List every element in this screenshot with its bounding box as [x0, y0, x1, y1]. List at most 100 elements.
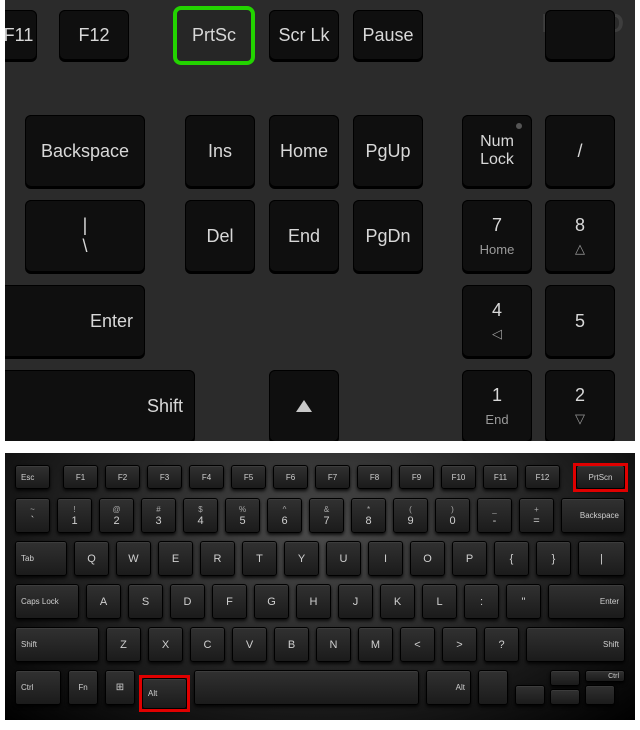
- lkey-4[interactable]: $4: [183, 498, 218, 533]
- lkey-l[interactable]: L: [422, 584, 457, 619]
- lkey-arrow-down[interactable]: [550, 689, 580, 705]
- lkey-m[interactable]: M: [358, 627, 393, 662]
- lkey-e[interactable]: E: [158, 541, 193, 576]
- lkey-ctrl-r[interactable]: Ctrl: [585, 670, 625, 682]
- lkey-shift-r[interactable]: Shift: [526, 627, 625, 662]
- lkey-f7[interactable]: F7: [315, 465, 350, 489]
- lkey-f6[interactable]: F6: [273, 465, 308, 489]
- lkey-u[interactable]: U: [326, 541, 361, 576]
- lkey-f11[interactable]: F11: [483, 465, 518, 489]
- lkey-7[interactable]: &7: [309, 498, 344, 533]
- lkey-h[interactable]: H: [296, 584, 331, 619]
- lkey-slash[interactable]: ?: [484, 627, 519, 662]
- lkey-f2[interactable]: F2: [105, 465, 140, 489]
- lkey-tab[interactable]: Tab: [15, 541, 67, 576]
- lkey-p[interactable]: P: [452, 541, 487, 576]
- lkey-8[interactable]: *8: [351, 498, 386, 533]
- lkey-w[interactable]: W: [116, 541, 151, 576]
- lkey-equals[interactable]: +=: [519, 498, 554, 533]
- key-pgup[interactable]: PgUp: [353, 115, 423, 187]
- lkey-x[interactable]: X: [148, 627, 183, 662]
- lkey-minus[interactable]: _-: [477, 498, 512, 533]
- key-pgdn[interactable]: PgDn: [353, 200, 423, 272]
- key-arrow-up[interactable]: [269, 370, 339, 441]
- lkey-quote[interactable]: ": [506, 584, 541, 619]
- lkey-backslash[interactable]: |: [578, 541, 625, 576]
- lkey-bracket-l[interactable]: {: [494, 541, 529, 576]
- lkey-j[interactable]: J: [338, 584, 373, 619]
- lkey-f[interactable]: F: [212, 584, 247, 619]
- lkey-6[interactable]: ^6: [267, 498, 302, 533]
- lkey-bracket-r[interactable]: }: [536, 541, 571, 576]
- key-numlock[interactable]: Num Lock: [462, 115, 532, 187]
- lkey-f4[interactable]: F4: [189, 465, 224, 489]
- lkey-enter[interactable]: Enter: [548, 584, 625, 619]
- lkey-shift-l[interactable]: Shift: [15, 627, 99, 662]
- lkey-n[interactable]: N: [316, 627, 351, 662]
- lkey-arrow-right[interactable]: [585, 685, 615, 705]
- key-f12[interactable]: F12: [59, 10, 129, 60]
- lkey-q[interactable]: Q: [74, 541, 109, 576]
- key-end[interactable]: End: [269, 200, 339, 272]
- lkey-3[interactable]: #3: [141, 498, 176, 533]
- lkey-k[interactable]: K: [380, 584, 415, 619]
- key-enter[interactable]: Enter: [5, 285, 145, 357]
- lkey-d[interactable]: D: [170, 584, 205, 619]
- lkey-g[interactable]: G: [254, 584, 289, 619]
- key-numpad-5[interactable]: 5: [545, 285, 615, 357]
- lkey-o[interactable]: O: [410, 541, 445, 576]
- lkey-2[interactable]: @2: [99, 498, 134, 533]
- lkey-capslock[interactable]: Caps Lock: [15, 584, 79, 619]
- lkey-i[interactable]: I: [368, 541, 403, 576]
- key-backspace[interactable]: Backspace: [25, 115, 145, 187]
- lkey-menu[interactable]: [478, 670, 508, 705]
- lkey-v[interactable]: V: [232, 627, 267, 662]
- lkey-0[interactable]: )0: [435, 498, 470, 533]
- lkey-f8[interactable]: F8: [357, 465, 392, 489]
- lkey-arrow-up[interactable]: [550, 670, 580, 686]
- lkey-f5[interactable]: F5: [231, 465, 266, 489]
- lkey-r[interactable]: R: [200, 541, 235, 576]
- lkey-f12[interactable]: F12: [525, 465, 560, 489]
- lkey-y[interactable]: Y: [284, 541, 319, 576]
- key-ins[interactable]: Ins: [185, 115, 255, 187]
- lkey-comma[interactable]: <: [400, 627, 435, 662]
- lkey-win[interactable]: ⊞: [105, 670, 135, 705]
- key-numpad-1[interactable]: 1End: [462, 370, 532, 441]
- lkey-t[interactable]: T: [242, 541, 277, 576]
- lkey-1[interactable]: !1: [57, 498, 92, 533]
- key-numpad-4[interactable]: 4◁: [462, 285, 532, 357]
- lkey-b[interactable]: B: [274, 627, 309, 662]
- lkey-space[interactable]: [194, 670, 419, 705]
- key-f11[interactable]: F11: [5, 10, 37, 60]
- key-home[interactable]: Home: [269, 115, 339, 187]
- lkey-alt-r[interactable]: Alt: [426, 670, 471, 705]
- lkey-alt-l[interactable]: Alt: [142, 678, 187, 709]
- lkey-5[interactable]: %5: [225, 498, 260, 533]
- lkey-z[interactable]: Z: [106, 627, 141, 662]
- key-backslash[interactable]: | \: [25, 200, 145, 272]
- lkey-period[interactable]: >: [442, 627, 477, 662]
- lkey-s[interactable]: S: [128, 584, 163, 619]
- key-blank-top-right[interactable]: [545, 10, 615, 60]
- key-del[interactable]: Del: [185, 200, 255, 272]
- key-numpad-8[interactable]: 8△: [545, 200, 615, 272]
- lkey-9[interactable]: (9: [393, 498, 428, 533]
- lkey-fn[interactable]: Fn: [68, 670, 98, 705]
- key-prtsc[interactable]: PrtSc: [175, 8, 253, 63]
- key-scrlk[interactable]: Scr Lk: [269, 10, 339, 60]
- key-shift[interactable]: Shift: [5, 370, 195, 441]
- lkey-backspace[interactable]: Backspace: [561, 498, 625, 533]
- lkey-f10[interactable]: F10: [441, 465, 476, 489]
- lkey-semicolon[interactable]: :: [464, 584, 499, 619]
- lkey-ctrl-l[interactable]: Ctrl: [15, 670, 61, 705]
- lkey-f9[interactable]: F9: [399, 465, 434, 489]
- lkey-prtscn[interactable]: PrtScn: [576, 465, 625, 489]
- lkey-a[interactable]: A: [86, 584, 121, 619]
- key-pause[interactable]: Pause: [353, 10, 423, 60]
- lkey-f3[interactable]: F3: [147, 465, 182, 489]
- lkey-f1[interactable]: F1: [63, 465, 98, 489]
- lkey-grave[interactable]: ~`: [15, 498, 50, 533]
- key-numpad-slash[interactable]: /: [545, 115, 615, 187]
- lkey-c[interactable]: C: [190, 627, 225, 662]
